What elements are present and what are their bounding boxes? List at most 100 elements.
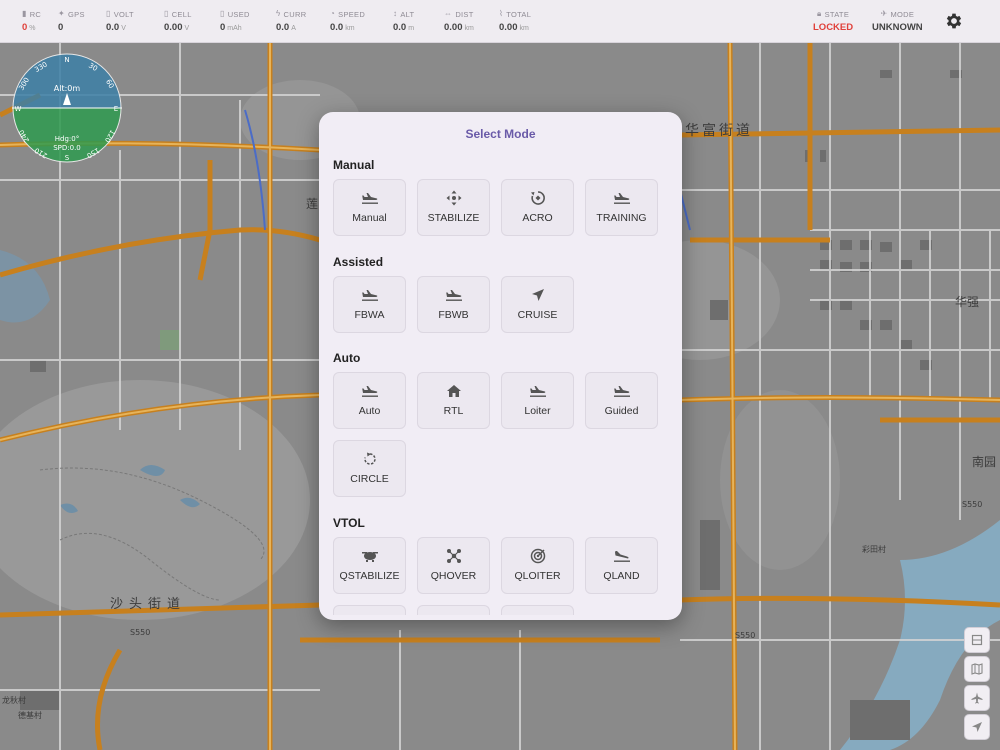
mode-button-rtl[interactable]: RTL bbox=[417, 372, 490, 429]
stat-value: 0.0 A bbox=[276, 22, 296, 33]
mode-button-fbwa[interactable]: FBWA bbox=[333, 276, 406, 333]
section-heading-manual: Manual bbox=[333, 158, 375, 172]
battery-used-icon: ▯ bbox=[220, 9, 225, 18]
stat-value: 0.0 V bbox=[106, 22, 126, 33]
map-area-label: 南园 bbox=[972, 454, 996, 469]
mode-label: FBWA bbox=[354, 309, 385, 321]
plane-icon bbox=[613, 386, 630, 397]
gear-icon[interactable] bbox=[944, 11, 964, 31]
speedometer-icon: ◔ bbox=[330, 9, 336, 18]
stat-unit: km bbox=[345, 25, 355, 32]
airplane-button[interactable] bbox=[964, 685, 990, 711]
stat-number: 0.0 bbox=[330, 22, 344, 33]
stat-value: 0.00 km bbox=[499, 22, 529, 33]
rotate-icon bbox=[530, 191, 545, 205]
home-icon bbox=[446, 385, 461, 397]
map-area-label: 莲 bbox=[306, 197, 318, 211]
mode-button-fbwb[interactable]: FBWB bbox=[417, 276, 490, 333]
section-heading-assisted: Assisted bbox=[333, 255, 384, 269]
airplane-icon bbox=[971, 692, 983, 704]
stat-speed: ◔ SPEED 0.0 km bbox=[330, 9, 365, 34]
mode-button-manual[interactable]: Manual bbox=[333, 179, 406, 236]
map-road-label: S550 bbox=[735, 631, 755, 640]
route-icon: ⌇ bbox=[499, 9, 504, 18]
compass-cardinal: E bbox=[114, 105, 118, 113]
stat-label: RC bbox=[29, 9, 42, 19]
stat-total: ⌇ TOTAL 0.00 km bbox=[499, 9, 532, 34]
mode-button-guided[interactable]: Guided bbox=[585, 372, 658, 429]
stat-mode[interactable]: ✈︎ MODE UNKNOWN bbox=[872, 9, 923, 34]
stat-value: 0.0 m bbox=[393, 22, 414, 33]
stat-label: USED bbox=[227, 9, 250, 19]
mode-button-cruise[interactable]: CRUISE bbox=[501, 276, 574, 333]
mode-button-acro[interactable]: ACRO bbox=[501, 179, 574, 236]
mode-button-training[interactable]: TRAINING bbox=[585, 179, 658, 236]
section-heading-vtol: VTOL bbox=[333, 516, 365, 530]
stat-label: STATE bbox=[824, 9, 850, 19]
navigation-icon bbox=[972, 722, 982, 732]
stat-label: DIST bbox=[455, 9, 474, 19]
mode-label: Loiter bbox=[524, 405, 551, 417]
mode-button-partial[interactable] bbox=[501, 605, 574, 615]
stat-unit: km bbox=[464, 25, 474, 32]
mode-label: TRAINING bbox=[596, 212, 647, 224]
map-road-label: 沙头街道 bbox=[110, 597, 186, 612]
mode-button-auto[interactable]: Auto bbox=[333, 372, 406, 429]
stat-unit: V bbox=[121, 25, 126, 32]
stat-label: CURR bbox=[283, 9, 307, 19]
heading-readout: Hdg:0° bbox=[55, 135, 79, 143]
battery-icon: ▯ bbox=[106, 9, 111, 18]
map-road-label: S550 bbox=[962, 500, 982, 509]
mode-label: QSTABILIZE bbox=[339, 570, 400, 582]
map-button[interactable] bbox=[964, 656, 990, 682]
stat-value: 0.00 V bbox=[164, 22, 189, 33]
mode-label: ACRO bbox=[522, 212, 553, 224]
layers-button[interactable] bbox=[964, 627, 990, 653]
stat-unit: mAh bbox=[227, 25, 242, 32]
drone-icon bbox=[361, 552, 378, 562]
altitude-icon: ↕ bbox=[393, 9, 398, 18]
stat-value: 0% bbox=[22, 22, 36, 33]
map-area-label: 华强 bbox=[955, 295, 979, 309]
move-arrows-icon bbox=[446, 190, 461, 206]
mode-button-circle[interactable]: CIRCLE bbox=[333, 440, 406, 497]
mode-value: UNKNOWN bbox=[872, 22, 923, 33]
stat-label: TOTAL bbox=[506, 9, 532, 19]
navigation-button[interactable] bbox=[964, 714, 990, 740]
circle-arrow-icon bbox=[363, 452, 376, 465]
map-icon bbox=[971, 663, 983, 675]
stat-number: 0 bbox=[22, 22, 28, 33]
stat-unit: V bbox=[184, 25, 190, 32]
mode-button-loiter[interactable]: Loiter bbox=[501, 372, 574, 429]
landing-icon bbox=[613, 551, 630, 562]
state-value: LOCKED bbox=[813, 22, 854, 33]
quadcopter-icon bbox=[446, 549, 461, 563]
mode-button-partial[interactable] bbox=[333, 605, 406, 615]
plane-icon bbox=[361, 290, 378, 301]
satellite-icon: ✦ bbox=[58, 9, 66, 18]
stat-number: 0.0 bbox=[393, 22, 407, 33]
stat-number: 0.00 bbox=[444, 22, 463, 33]
stat-unit: km bbox=[519, 25, 529, 32]
select-mode-dialog: Select Mode Manual Manual STABILIZE ACRO… bbox=[319, 112, 682, 620]
compass-cardinal: W bbox=[15, 105, 22, 113]
mode-label: Auto bbox=[358, 405, 381, 417]
mode-button-qland[interactable]: QLAND bbox=[585, 537, 658, 594]
mode-button-qloiter[interactable]: QLOITER bbox=[501, 537, 574, 594]
navigation-icon bbox=[531, 289, 544, 301]
bolt-icon: ϟ bbox=[276, 9, 281, 18]
mode-button-qstabilize[interactable]: QSTABILIZE bbox=[333, 537, 406, 594]
mode-label: RTL bbox=[443, 405, 464, 417]
stat-number: 0.0 bbox=[276, 22, 290, 33]
stat-used: ▯ USED 0 mAh bbox=[220, 9, 250, 34]
stat-dist: ⇔ DIST 0.00 km bbox=[444, 9, 474, 34]
plane-icon bbox=[445, 290, 462, 301]
mode-button-partial[interactable] bbox=[417, 605, 490, 615]
altitude-readout: Alt:0m bbox=[54, 84, 81, 93]
mode-button-qhover[interactable]: QHOVER bbox=[417, 537, 490, 594]
mode-label: QHOVER bbox=[430, 570, 477, 582]
compass-cardinal: N bbox=[64, 56, 69, 64]
dialog-title: Select Mode bbox=[465, 127, 536, 141]
mode-button-stabilize[interactable]: STABILIZE bbox=[417, 179, 490, 236]
plane-icon: ✈︎ bbox=[880, 9, 888, 18]
